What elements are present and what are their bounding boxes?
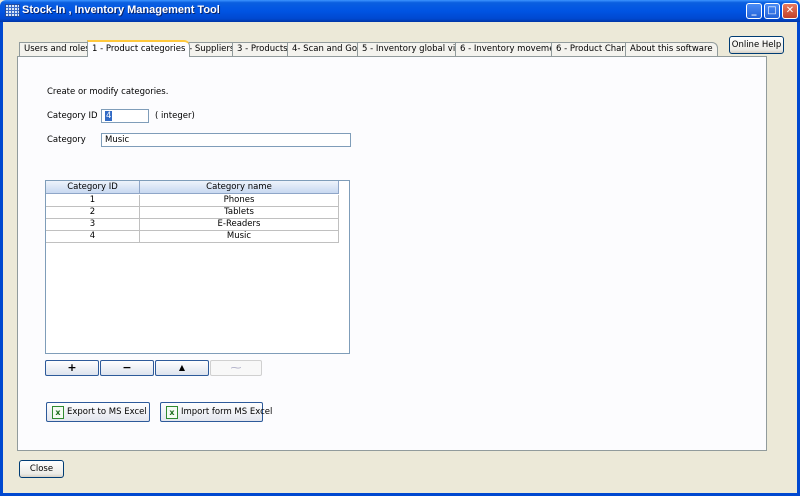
category-id-value: 4 xyxy=(105,111,113,121)
cell-category-id[interactable]: 1 xyxy=(46,195,140,207)
tab-product-categories[interactable]: 1 - Product categories xyxy=(87,40,191,57)
chart-button: ⁓ xyxy=(210,360,262,376)
online-help-button[interactable]: Online Help xyxy=(729,36,784,54)
category-input[interactable]: Music xyxy=(101,133,351,147)
column-header-category-name[interactable]: Category name xyxy=(140,181,339,194)
column-header-category-id[interactable]: Category ID xyxy=(46,181,140,194)
grid-header: Category ID Category name xyxy=(46,181,339,194)
tab-products[interactable]: 3 - Products xyxy=(232,42,293,56)
cell-category-id[interactable]: 3 xyxy=(46,219,140,231)
category-id-input[interactable]: 4 xyxy=(101,109,149,123)
title-bar: Stock-In , Inventory Management Tool _ □… xyxy=(0,0,800,22)
table-row[interactable]: 2 Tablets xyxy=(46,207,339,219)
window-title: Stock-In , Inventory Management Tool xyxy=(22,4,220,16)
close-window-button[interactable]: ✕ xyxy=(782,3,798,19)
integer-hint: ( integer) xyxy=(155,111,195,121)
close-button[interactable]: Close xyxy=(19,460,64,478)
cell-category-name[interactable]: Phones xyxy=(140,195,339,207)
excel-icon: x xyxy=(166,406,178,419)
intro-text: Create or modify categories. xyxy=(47,87,169,97)
tab-product-chart[interactable]: 6 - Product Chart xyxy=(551,42,634,56)
export-excel-label: Export to MS Excel xyxy=(67,407,147,417)
minimize-button[interactable]: _ xyxy=(746,3,762,19)
tab-users-and-roles[interactable]: Users and roles xyxy=(19,42,95,56)
table-row[interactable]: 4 Music xyxy=(46,231,339,243)
cell-category-name[interactable]: E-Readers xyxy=(140,219,339,231)
export-excel-button[interactable]: x Export to MS Excel xyxy=(46,402,150,422)
move-up-button[interactable]: ▲ xyxy=(155,360,209,376)
tab-scan-and-go[interactable]: 4- Scan and Go xyxy=(287,42,363,56)
cell-category-name[interactable]: Tablets xyxy=(140,207,339,219)
cell-category-name[interactable]: Music xyxy=(140,231,339,243)
app-icon xyxy=(5,4,20,17)
import-excel-label: Import form MS Excel xyxy=(181,407,273,417)
cell-category-id[interactable]: 4 xyxy=(46,231,140,243)
excel-icon: x xyxy=(52,406,64,419)
category-id-label: Category ID xyxy=(47,111,98,121)
table-row[interactable]: 3 E-Readers xyxy=(46,219,339,231)
categories-grid[interactable]: Category ID Category name 1 Phones 2 Tab… xyxy=(45,180,350,354)
table-row[interactable]: 1 Phones xyxy=(46,195,339,207)
import-excel-button[interactable]: x Import form MS Excel xyxy=(160,402,272,422)
remove-row-button[interactable]: − xyxy=(100,360,154,376)
cell-category-id[interactable]: 2 xyxy=(46,207,140,219)
category-label: Category xyxy=(47,135,86,145)
maximize-button[interactable]: □ xyxy=(764,3,780,19)
add-row-button[interactable]: + xyxy=(45,360,99,376)
tab-about-this-software[interactable]: About this software xyxy=(625,42,718,56)
